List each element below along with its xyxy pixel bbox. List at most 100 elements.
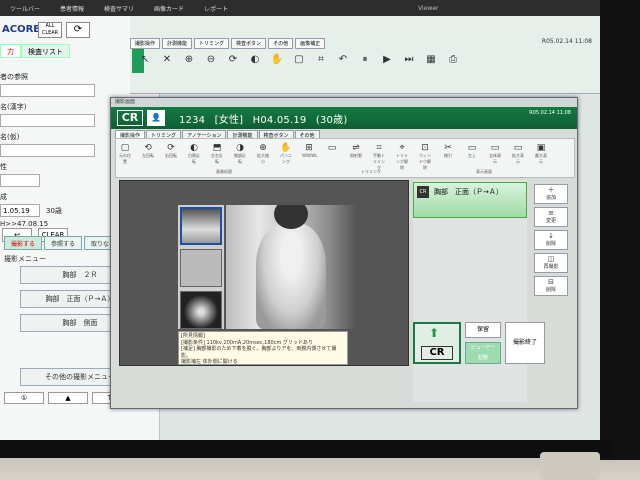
grid-icon[interactable]: ▦ [422, 50, 440, 68]
image-viewer[interactable]: [所見情報] [撮影条件] 110kv,200mA,20msec,180cm グ… [119, 180, 409, 366]
launch-viewer-button[interactable]: ビューアー 起動 [465, 342, 501, 364]
taskbar-item[interactable]: レポート [194, 4, 238, 13]
tab-measure[interactable]: 計測機能 [162, 38, 193, 49]
field-label: 性 [0, 163, 7, 171]
tool-button[interactable]: ◑ 階調反転 [233, 143, 247, 171]
tab-exam-list[interactable]: 検査リスト [21, 44, 70, 58]
tool-button[interactable]: ⟳ 右回転 [164, 143, 178, 171]
taskbar-item[interactable]: 検査サマリ [94, 4, 144, 13]
tool-icon: ⊕ [259, 143, 267, 153]
move-label: 削除 [545, 241, 556, 247]
tool-icon: ⊡ [421, 143, 429, 153]
tool-button[interactable]: ▭ 全体表示 [488, 143, 502, 171]
patient-age: (30歳) [315, 115, 348, 126]
tool-button[interactable]: ⊕ 拡大縮小 [256, 143, 270, 171]
tool-label: パンニング [279, 153, 293, 164]
monitor-screen: ツールバー 患者情報 検査サマリ 画像カード レポート Viewer ACORE… [0, 0, 600, 440]
name-kanji-input[interactable] [0, 114, 95, 127]
zoom-in-icon[interactable]: ⊕ [180, 50, 198, 68]
tool-button[interactable]: ⬒ 左右反転 [210, 143, 224, 171]
tool-button[interactable]: ▢ 元の位置 [118, 143, 132, 171]
tab-capture-ops[interactable]: 撮影操作 [130, 38, 161, 49]
desk-object [540, 452, 600, 480]
tab-input[interactable]: 力 [0, 44, 21, 58]
date-range: H>>47.08.15 [0, 220, 49, 228]
all-clear-button[interactable]: ALL CLEAR [38, 22, 62, 38]
clear-icon[interactable]: ✕ [158, 50, 176, 68]
print-icon[interactable]: ⎙ [444, 50, 462, 68]
patient-search-input[interactable] [0, 84, 95, 97]
play-icon[interactable]: ▶ [378, 50, 396, 68]
tab-image-correction[interactable]: 画像補正 [295, 38, 326, 49]
move-down-button[interactable]: ↓ 削除 [534, 230, 568, 250]
cursor-icon[interactable]: ↖ [136, 50, 154, 68]
pause-icon[interactable]: ⏸ [356, 50, 374, 68]
trash-icon: ⊟ [548, 278, 554, 286]
arrow-down-icon: ↓ [548, 232, 554, 240]
tab-trimming[interactable]: トリミング [194, 38, 230, 49]
change-button[interactable]: ≡ 変更 [534, 207, 568, 227]
birth-date-input[interactable]: 1.05.19 [0, 204, 40, 217]
info-icon[interactable]: ① [4, 392, 44, 404]
retake-button[interactable]: ◫ 再撮影 [534, 253, 568, 273]
field-label: 成 [0, 193, 7, 201]
capture-window: 撮影画面 CR 👤 1234 [女性] H04.05.19 (30歳) R05.… [110, 97, 578, 409]
patient-birth: H04.05.19 [252, 115, 307, 126]
thumbnail-back[interactable] [180, 207, 222, 245]
tool-button[interactable]: ✂ 線引 [441, 143, 455, 171]
cr-exam-icon: CR [417, 186, 429, 198]
group-label: 表示画面 [476, 169, 492, 174]
tool-button[interactable]: ⊡ ウィンドウ解除 [418, 143, 432, 171]
tab-capture[interactable]: 撮影する [4, 236, 43, 250]
plus-icon: ＋ [547, 186, 555, 194]
hold-button[interactable]: 保留 [465, 322, 501, 338]
thumbnail-blank[interactable] [180, 249, 222, 287]
tool-label: 線引 [444, 153, 452, 158]
undo-icon[interactable]: ↶ [334, 50, 352, 68]
user-icon[interactable]: ▲ [48, 392, 88, 404]
zoom-out-icon[interactable]: ⊖ [202, 50, 220, 68]
tool-icon: ◑ [236, 143, 244, 153]
tool-button[interactable]: ⇌ 照射野 [349, 143, 363, 171]
frame-icon[interactable]: ▢ [290, 50, 308, 68]
tool-button[interactable]: ⟲ 左回転 [141, 143, 155, 171]
tab-other[interactable]: その他 [268, 38, 294, 49]
tool-button[interactable]: ▭ 左上 [465, 143, 479, 171]
tool-button[interactable]: ▭ [325, 143, 339, 171]
tool-button[interactable]: ⌗ 手動トリミング [372, 143, 386, 171]
tool-icon: ▭ [513, 143, 523, 153]
tool-button[interactable]: ◐ 白黒反転 [187, 143, 201, 171]
taskbar-item[interactable]: 患者情報 [50, 4, 94, 13]
add-button[interactable]: ＋追加 [534, 184, 568, 204]
taskbar-item[interactable]: 画像カード [144, 4, 194, 13]
next-icon[interactable]: ⏭ [400, 50, 418, 68]
tool-icon: ▭ [327, 143, 337, 153]
tool-button[interactable]: ▭ 拡大表示 [511, 143, 525, 171]
add-label: 追加 [545, 195, 556, 201]
tab-exam-buttons[interactable]: 検査ボタン [231, 38, 267, 49]
taskbar-item[interactable]: ツールバー [0, 4, 50, 13]
delete-button[interactable]: ⊟ 削除 [534, 276, 568, 296]
gender-select[interactable] [0, 174, 40, 187]
preset-icon[interactable]: ⌗ [312, 50, 330, 68]
finish-capture-button[interactable]: 撮影終了 [505, 322, 545, 364]
tool-button[interactable]: ⌖ トリミング解除 [395, 143, 409, 171]
tool-label: 全体表示 [489, 153, 501, 164]
tool-button[interactable]: ✋ パンニング [279, 143, 293, 171]
name-kana-input[interactable] [0, 144, 95, 157]
tool-icon: ✂ [444, 143, 452, 153]
refresh-icon[interactable]: ⟳ [66, 22, 90, 38]
rotate-icon[interactable]: ⟳ [224, 50, 242, 68]
exam-item[interactable]: CR 胸部 正面（Ｐ→Ａ） [413, 182, 527, 218]
thumbnail-chest-xray[interactable] [180, 291, 222, 329]
main-image[interactable] [226, 205, 356, 329]
pan-icon[interactable]: ✋ [268, 50, 286, 68]
tool-button[interactable]: ⊞ WW/WL [302, 143, 317, 171]
invert-icon[interactable]: ◐ [246, 50, 264, 68]
tool-icon: ▢ [120, 143, 130, 153]
tab-reference[interactable]: 参照する [44, 236, 83, 250]
side-buttons: ＋追加 ≡ 変更 ↓ 削除 ◫ 再撮影 ⊟ 削除 [531, 184, 571, 299]
taskbar: ツールバー 患者情報 検査サマリ 画像カード レポート Viewer [0, 0, 600, 16]
cr-capture-button[interactable]: ⬆ CR [413, 322, 461, 364]
tool-button[interactable]: ▣ 最大表示 [534, 143, 548, 171]
